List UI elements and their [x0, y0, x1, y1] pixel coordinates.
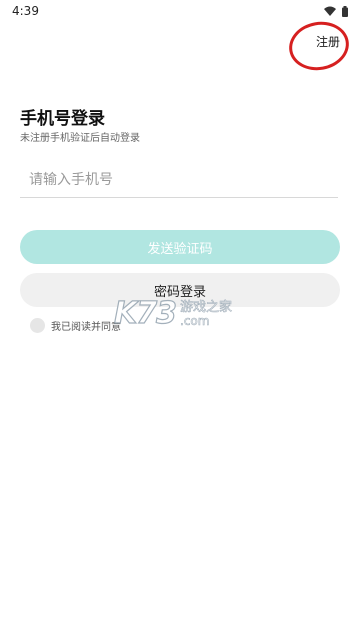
page-title: 手机号登录: [20, 109, 105, 129]
watermark-side: 游戏之家 .com: [180, 300, 233, 328]
page-subtitle: 未注册手机验证后自动登录: [20, 133, 140, 144]
watermark-logo: K73: [113, 295, 177, 331]
status-time: 4:39: [12, 4, 39, 18]
phone-input[interactable]: [20, 162, 338, 198]
watermark-site: 游戏之家: [180, 300, 233, 315]
send-code-button[interactable]: 发送验证码: [20, 230, 340, 264]
status-bar: 4:39: [0, 0, 360, 22]
battery-icon: [342, 5, 348, 17]
agreement-text[interactable]: 我已阅读并同意: [51, 318, 121, 333]
agreement-row: 我已阅读并同意: [30, 318, 121, 333]
agree-checkbox[interactable]: [30, 318, 45, 333]
watermark: K73 游戏之家 .com: [113, 295, 233, 331]
wifi-icon: [324, 6, 336, 16]
status-icons: [324, 5, 348, 17]
annotation-circle: [285, 17, 353, 75]
watermark-domain: .com: [180, 314, 210, 328]
